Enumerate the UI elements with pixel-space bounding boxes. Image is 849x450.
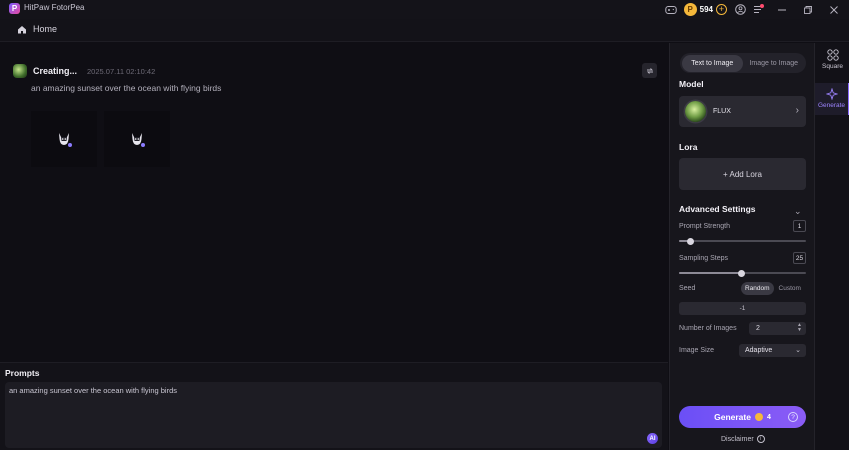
prompt-strength-label: Prompt Strength <box>679 223 730 230</box>
generate-button[interactable]: Generate 4 ? <box>679 406 806 428</box>
refresh-icon <box>646 67 653 74</box>
image-size-label: Image Size <box>679 347 715 354</box>
image-placeholder-2 <box>104 111 170 167</box>
regenerate-button[interactable] <box>642 63 657 78</box>
chevron-down-icon: ⌄ <box>795 347 801 354</box>
prompts-title: Prompts <box>5 368 40 378</box>
chevron-right-icon: › <box>795 105 799 116</box>
coin-balance[interactable]: P 594 + <box>683 3 727 16</box>
info-icon: i <box>756 435 765 443</box>
sampling-steps-slider[interactable] <box>679 269 806 277</box>
game-controller-icon[interactable] <box>662 1 680 19</box>
coin-count: 594 <box>699 5 713 14</box>
rail-label: Generate <box>817 102 846 109</box>
disclaimer-label: Disclaimer <box>721 435 754 443</box>
notification-dot <box>760 3 764 8</box>
loading-mascot-icon <box>59 133 72 147</box>
sampling-steps-label: Sampling Steps <box>679 255 729 262</box>
generation-canvas: Creating... 2025.07.11 02:10:42 an amazi… <box>0 43 668 362</box>
restore-icon[interactable] <box>799 1 817 19</box>
image-size-select[interactable]: Adaptive ⌄ <box>739 344 806 357</box>
sampling-steps-value[interactable]: 25 <box>793 252 806 264</box>
rail-item-generate[interactable]: Generate <box>815 83 849 115</box>
grid-icon <box>826 49 839 61</box>
generate-label: Generate <box>714 412 751 422</box>
rail-label: Square <box>822 63 843 70</box>
home-icon <box>18 25 26 33</box>
timestamp: 2025.07.11 02:10:42 <box>87 66 156 76</box>
seed-custom-option[interactable]: Custom <box>774 282 807 295</box>
home-link[interactable]: Home <box>17 24 57 34</box>
prompts-panel: Prompts an amazing sunset over the ocean… <box>0 362 668 450</box>
minimize-icon[interactable] <box>773 1 791 19</box>
add-coins-button[interactable]: + <box>716 4 727 15</box>
lora-section-title: Lora <box>679 142 698 152</box>
model-section-title: Model <box>679 79 704 89</box>
ai-assist-button[interactable]: AI <box>647 433 658 444</box>
num-images-value: 2 <box>756 325 760 332</box>
seed-input[interactable]: -1 <box>679 302 806 315</box>
prompt-caption: an amazing sunset over the ocean with fl… <box>31 83 222 93</box>
close-icon[interactable] <box>825 1 843 19</box>
model-thumbnail <box>13 64 27 78</box>
nav-bar: Home <box>0 19 849 42</box>
stepper-arrows-icon[interactable]: ▲ ▼ <box>797 323 802 333</box>
help-icon[interactable]: ? <box>788 412 798 422</box>
coin-icon: P <box>683 3 697 16</box>
image-size-value: Adaptive <box>745 347 773 354</box>
slider-fill <box>679 272 741 274</box>
slider-handle[interactable] <box>738 269 745 277</box>
disclaimer-link[interactable]: Disclaimer i <box>721 435 765 443</box>
model-image <box>685 101 706 122</box>
seed-label: Seed <box>679 285 696 292</box>
prompt-strength-value[interactable]: 1 <box>793 220 806 232</box>
prompt-strength-slider[interactable] <box>679 237 806 245</box>
seed-random-option[interactable]: Random <box>741 282 774 295</box>
loading-mascot-icon <box>132 133 145 147</box>
rail-item-square[interactable]: Square <box>815 46 849 78</box>
coin-icon <box>754 413 763 421</box>
app-logo: P <box>9 3 20 14</box>
generation-status: Creating... 2025.07.11 02:10:42 <box>13 64 155 78</box>
settings-panel: Text to Image Image to Image Model FLUX … <box>669 43 814 450</box>
chevron-down-icon[interactable]: ⌄ <box>794 206 802 217</box>
num-images-stepper[interactable]: 2 ▲ ▼ <box>749 322 806 335</box>
side-rail: Square Generate <box>814 43 849 450</box>
sparkle-icon <box>825 88 838 100</box>
title-bar: P HitPaw FotorPea P 594 + <box>0 0 849 19</box>
app-title: HitPaw FotorPea <box>24 3 85 12</box>
slider-handle[interactable] <box>687 237 694 245</box>
model-selector[interactable]: FLUX › <box>679 96 806 127</box>
status-text: Creating... <box>33 66 78 76</box>
menu-icon[interactable] <box>749 1 767 19</box>
num-images-label: Number of Images <box>679 325 737 332</box>
seed-toggle: Random Custom <box>741 282 806 295</box>
mode-toggle: Text to Image Image to Image <box>680 53 806 73</box>
generate-cost: 4 <box>766 413 771 421</box>
title-bar-controls: P 594 + <box>662 0 849 19</box>
advanced-settings-title: Advanced Settings <box>679 204 756 214</box>
account-icon[interactable] <box>731 1 749 19</box>
home-label: Home <box>33 24 58 34</box>
prompt-input[interactable]: an amazing sunset over the ocean with fl… <box>5 382 662 448</box>
tab-image-to-image[interactable]: Image to Image <box>743 55 805 72</box>
prompt-input-text: an amazing sunset over the ocean with fl… <box>9 386 178 395</box>
add-lora-button[interactable]: + Add Lora <box>679 158 806 190</box>
tab-text-to-image[interactable]: Text to Image <box>681 54 743 72</box>
model-name: FLUX <box>713 108 731 115</box>
image-placeholder-1 <box>31 111 97 167</box>
